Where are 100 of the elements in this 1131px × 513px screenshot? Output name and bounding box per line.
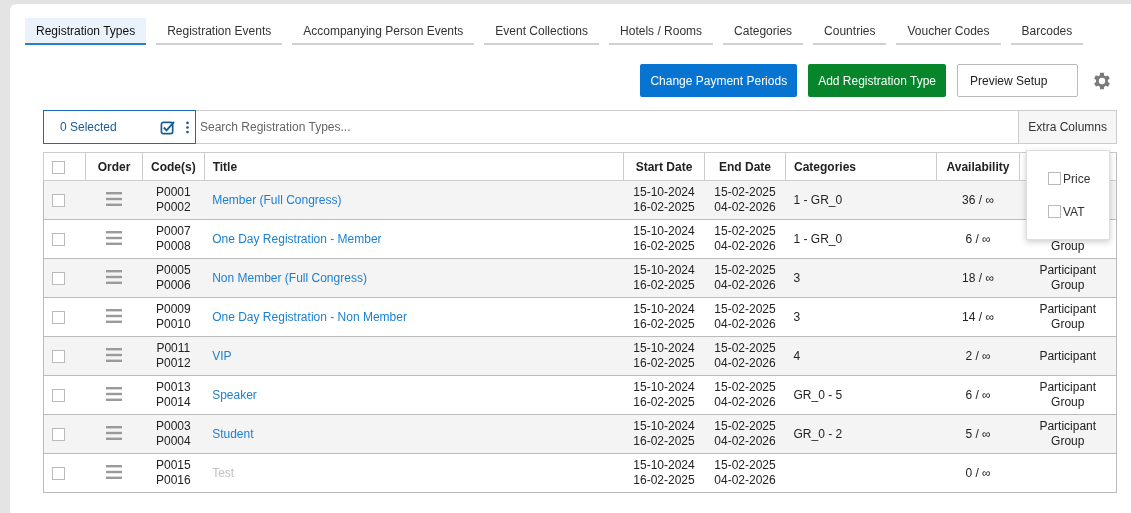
tab[interactable]: Countries xyxy=(813,18,887,45)
column-header: Order xyxy=(85,152,143,181)
column-header: Start Date xyxy=(623,152,705,181)
drag-handle-icon[interactable] xyxy=(106,191,122,206)
start-date-cell: 15-10-2024 16-02-2025 xyxy=(633,263,695,293)
code-cell: P0013 P0014 xyxy=(156,380,191,410)
start-date-cell: 15-10-2024 16-02-2025 xyxy=(633,458,695,488)
end-date-cell: 15-02-2025 04-02-2026 xyxy=(714,380,776,410)
tab[interactable]: Registration Types xyxy=(25,18,147,45)
categories-cell: 3 xyxy=(793,271,801,285)
group-text: Participant xyxy=(1039,348,1097,364)
drag-handle-icon[interactable] xyxy=(106,464,122,479)
drag-handle-icon[interactable] xyxy=(106,425,122,440)
row-checkbox[interactable] xyxy=(52,272,65,286)
group-text: Group xyxy=(1051,239,1085,254)
column-option[interactable]: VAT xyxy=(1048,204,1109,219)
drag-handle-icon[interactable] xyxy=(106,230,122,245)
tab[interactable]: Voucher Codes xyxy=(896,18,1001,45)
checkbox-icon[interactable] xyxy=(160,119,175,135)
start-date-cell: 15-10-2024 16-02-2025 xyxy=(633,341,695,371)
availability-cell: 18 / ∞ xyxy=(962,271,994,285)
start-date-cell: 15-10-2024 16-02-2025 xyxy=(633,302,695,332)
availability-cell: 6 / ∞ xyxy=(965,388,991,402)
end-date-cell: 15-02-2025 04-02-2026 xyxy=(714,302,776,332)
end-date-cell: 15-02-2025 04-02-2026 xyxy=(714,341,776,371)
row-checkbox[interactable] xyxy=(52,233,65,247)
more-icon[interactable] xyxy=(185,119,190,135)
column-header: Categories xyxy=(785,152,937,181)
drag-handle-icon[interactable] xyxy=(106,347,122,362)
column-option[interactable]: Price xyxy=(1048,171,1109,186)
tab[interactable]: Hotels / Rooms xyxy=(609,18,714,45)
group-text: Group xyxy=(1051,395,1085,410)
code-cell: P0003 P0004 xyxy=(156,419,191,449)
categories-cell: GR_0 - 5 xyxy=(793,388,843,402)
title-link[interactable]: Speaker xyxy=(212,388,257,402)
availability-cell: 36 / ∞ xyxy=(962,193,994,207)
drag-handle-icon[interactable] xyxy=(106,386,122,401)
preview-button[interactable]: Preview Setup xyxy=(957,64,1078,97)
categories-cell: 1 - GR_0 xyxy=(793,232,843,246)
group-text: Group xyxy=(1051,317,1085,332)
code-cell: P0011 P0012 xyxy=(156,341,191,371)
title-link[interactable]: VIP xyxy=(212,349,232,363)
title-link[interactable]: Member (Full Congress) xyxy=(212,193,342,207)
categories-cell: 3 xyxy=(793,310,801,324)
selected-count: 0 Selected xyxy=(60,120,118,134)
tab[interactable]: Categories xyxy=(723,18,804,45)
end-date-cell: 15-02-2025 04-02-2026 xyxy=(714,185,776,215)
end-date-cell: 15-02-2025 04-02-2026 xyxy=(714,419,776,449)
action-button[interactable]: Change Payment Periods xyxy=(640,64,798,97)
code-cell: P0015 P0016 xyxy=(156,458,191,488)
title-link[interactable]: Non Member (Full Congress) xyxy=(212,271,367,285)
availability-cell: 5 / ∞ xyxy=(965,427,991,441)
availability-cell: 6 / ∞ xyxy=(965,232,991,246)
categories-cell: 4 xyxy=(793,349,801,363)
title-link[interactable]: One Day Registration - Member xyxy=(212,232,382,246)
group-text: Participant xyxy=(1039,302,1097,317)
code-cell: P0001 P0002 xyxy=(156,185,191,215)
end-date-cell: 15-02-2025 04-02-2026 xyxy=(714,458,776,488)
search-field[interactable]: Search Registration Types... xyxy=(196,110,1019,144)
column-header: Code(s) xyxy=(142,152,205,181)
code-cell: P0009 P0010 xyxy=(156,302,191,332)
row-checkbox[interactable] xyxy=(52,194,65,208)
tab[interactable]: Registration Events xyxy=(156,18,283,45)
group-text: Participant xyxy=(1039,263,1097,278)
tab[interactable]: Barcodes xyxy=(1010,18,1084,45)
categories-cell: 1 - GR_0 xyxy=(793,193,843,207)
categories-cell: GR_0 - 2 xyxy=(793,427,843,441)
start-date-cell: 15-10-2024 16-02-2025 xyxy=(633,380,695,410)
column-header: End Date xyxy=(704,152,786,181)
tab[interactable]: Event Collections xyxy=(484,18,600,45)
group-text: Group xyxy=(1051,278,1085,293)
drag-handle-icon[interactable] xyxy=(106,269,122,284)
start-date-cell: 15-10-2024 16-02-2025 xyxy=(633,185,695,215)
extra-columns-button[interactable]: Extra Columns xyxy=(1018,110,1117,144)
start-date-cell: 15-10-2024 16-02-2025 xyxy=(633,224,695,254)
end-date-cell: 15-02-2025 04-02-2026 xyxy=(714,224,776,254)
select-all-checkbox[interactable] xyxy=(52,160,65,174)
row-checkbox[interactable] xyxy=(52,350,65,364)
checkbox[interactable] xyxy=(1048,205,1061,218)
tab[interactable]: Accompanying Person Events xyxy=(292,18,475,45)
code-cell: P0007 P0008 xyxy=(156,224,191,254)
end-date-cell: 15-02-2025 04-02-2026 xyxy=(714,263,776,293)
row-checkbox[interactable] xyxy=(52,428,65,442)
title-link[interactable]: One Day Registration - Non Member xyxy=(212,310,407,324)
availability-cell: 0 / ∞ xyxy=(965,466,991,480)
drag-handle-icon[interactable] xyxy=(106,308,122,323)
availability-cell: 2 / ∞ xyxy=(965,349,991,363)
code-cell: P0005 P0006 xyxy=(156,263,191,293)
row-checkbox[interactable] xyxy=(52,311,65,325)
title-link[interactable]: Student xyxy=(212,427,254,441)
column-header: Title xyxy=(204,152,624,181)
checkbox[interactable] xyxy=(1048,172,1061,185)
action-button[interactable]: Add Registration Type xyxy=(808,64,946,97)
row-checkbox[interactable] xyxy=(52,389,65,403)
group-text: Group xyxy=(1051,434,1085,449)
column-header: Availability xyxy=(936,152,1020,181)
group-text: Participant xyxy=(1039,380,1097,395)
start-date-cell: 15-10-2024 16-02-2025 xyxy=(633,419,695,449)
group-text: Participant xyxy=(1039,419,1097,434)
availability-cell: 14 / ∞ xyxy=(962,310,994,324)
